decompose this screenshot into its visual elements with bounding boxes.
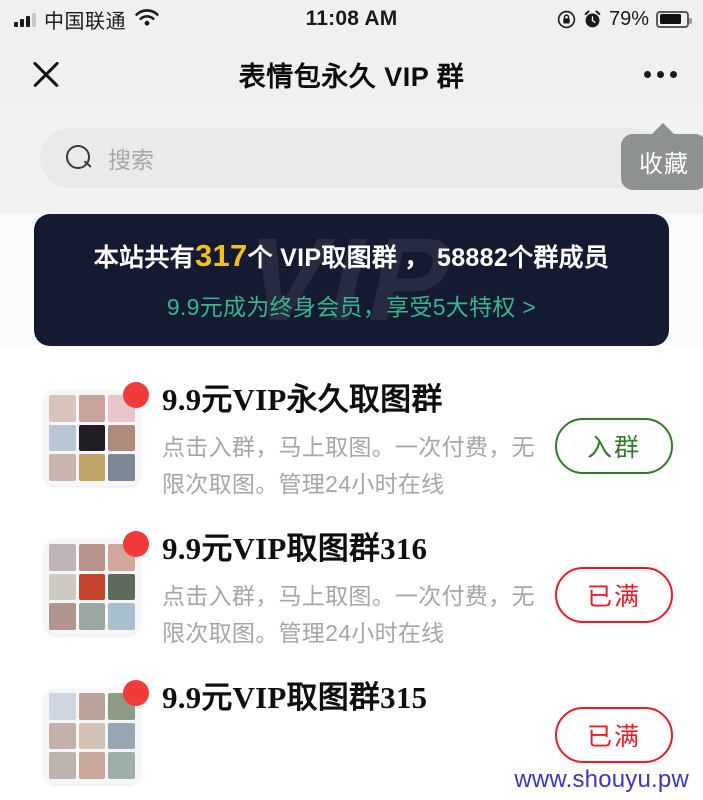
search-input[interactable]: 搜索	[40, 128, 663, 188]
avatar	[44, 680, 149, 785]
banner-section: VIP 本站共有317个 VIP取图群 ， 58882个群成员 9.9元成为终身…	[0, 214, 703, 346]
banner-membership-link[interactable]: 9.9元成为终身会员，享受5大特权 >	[167, 288, 536, 322]
carrier-label: 中国联通	[44, 10, 126, 33]
group-full-button[interactable]: 已满	[555, 707, 673, 764]
status-bar-left: 中国联通	[14, 5, 160, 34]
banner-group-count: 317	[194, 238, 248, 273]
list-item-title: 9.9元VIP取图群316	[162, 531, 428, 567]
list-item[interactable]: 9.9元VIP取图群316 点击入群，马上取图。一次付费，无限次取图。管理24小…	[0, 517, 703, 666]
list-item-desc: 点击入群，马上取图。一次付费，无限次取图。管理24小时在线	[162, 582, 535, 646]
search-section: 搜索 收藏	[0, 110, 703, 214]
vip-promo-banner[interactable]: VIP 本站共有317个 VIP取图群 ， 58882个群成员 9.9元成为终身…	[34, 214, 669, 346]
wifi-icon	[135, 9, 159, 26]
list-item-text: 9.9元VIP永久取图群 点击入群，马上取图。一次付费，无限次取图。管理24小时…	[140, 382, 555, 503]
more-options-icon[interactable]	[644, 70, 677, 78]
list-item[interactable]: 9.9元VIP永久取图群 点击入群，马上取图。一次付费，无限次取图。管理24小时…	[0, 368, 703, 517]
list-item-title: 9.9元VIP取图群315	[162, 680, 428, 716]
banner-stats-prefix: 本站共有	[93, 244, 195, 272]
avatar	[44, 382, 149, 486]
avatar	[44, 531, 149, 636]
banner-stats-line: 本站共有317个 VIP取图群 ， 58882个群成员	[94, 238, 609, 274]
avatar-grid	[44, 688, 140, 785]
rotation-lock-icon	[557, 10, 576, 28]
list-item-title: 9.9元VIP永久取图群	[162, 382, 443, 417]
search-placeholder: 搜索	[108, 147, 154, 173]
page-title: 表情包永久 VIP 群	[238, 61, 465, 92]
battery-percent-label: 79%	[608, 7, 649, 30]
site-watermark: www.shouyu.pw	[514, 766, 689, 793]
avatar-grid	[44, 390, 140, 486]
list-item-desc: 点击入群，马上取图。一次付费，无限次取图。管理24小时在线	[162, 433, 535, 497]
avatar-grid	[44, 539, 140, 636]
banner-stats-suffix: 个 VIP取图群 ， 58882个群成员	[247, 244, 610, 272]
list-item-text: 9.9元VIP取图群315	[140, 680, 555, 727]
alarm-icon	[584, 9, 601, 27]
unread-dot-icon	[123, 382, 149, 408]
clock-label: 11:08 AM	[305, 7, 398, 30]
group-list: 9.9元VIP永久取图群 点击入群，马上取图。一次付费，无限次取图。管理24小时…	[0, 346, 703, 799]
battery-icon	[656, 10, 692, 28]
phone-screen: 中国联通 11:08 AM 79% 表情包永久 VIP 群 搜索 收藏 VIP …	[0, 0, 703, 800]
search-icon	[66, 145, 92, 171]
status-bar: 中国联通 11:08 AM 79%	[0, 0, 703, 38]
favorite-badge[interactable]: 收藏	[621, 123, 703, 190]
join-group-button[interactable]: 入群	[555, 417, 673, 474]
signal-bars-icon	[14, 12, 36, 27]
nav-bar: 表情包永久 VIP 群	[0, 38, 703, 110]
list-item-text: 9.9元VIP取图群316 点击入群，马上取图。一次付费，无限次取图。管理24小…	[140, 531, 555, 652]
unread-dot-icon	[123, 531, 149, 558]
unread-dot-icon	[123, 680, 149, 707]
group-full-button[interactable]: 已满	[555, 566, 673, 623]
vip-watermark-text: VIP	[232, 214, 471, 346]
status-bar-right: 79%	[557, 7, 692, 31]
